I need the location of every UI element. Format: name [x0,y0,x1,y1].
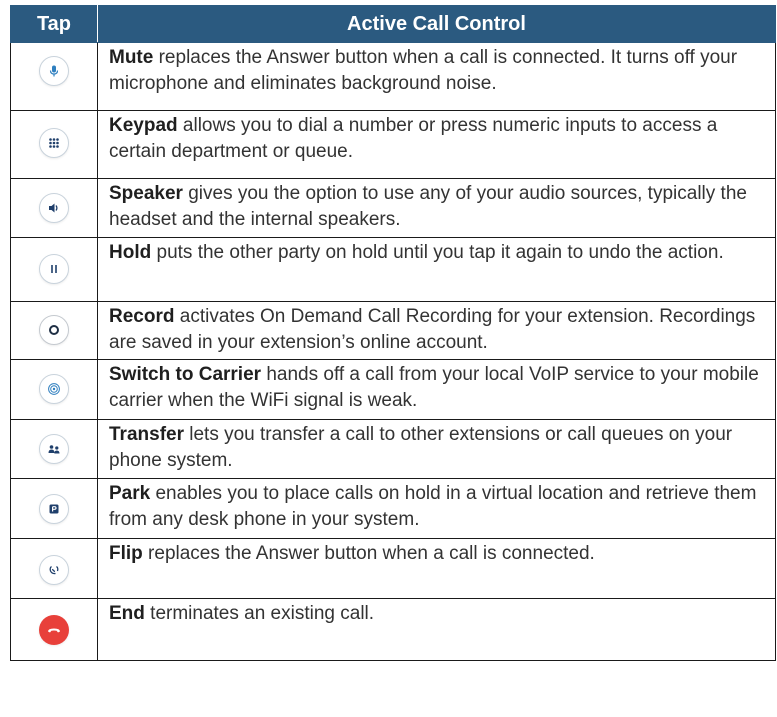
transfer-button[interactable] [39,434,69,464]
description-text: replaces the Answer button when a call i… [142,543,595,564]
term-label: Record [109,306,175,327]
description-cell: Flip replaces the Answer button when a c… [97,538,776,599]
speaker-button[interactable] [39,193,69,223]
description-text: terminates an existing call. [144,603,375,624]
park-button[interactable] [39,494,69,524]
description-cell: Park enables you to place calls on hold … [97,478,776,539]
call-control-table-wrapper: Tap Active Call Control Mute replaces th… [10,5,777,661]
pause-icon [51,265,57,273]
description-cell: Record activates On Demand Call Recordin… [97,301,776,360]
description-text: replaces the Answer button when a call i… [109,47,738,94]
table-row: Flip replaces the Answer button when a c… [10,538,776,599]
description-cell: Switch to Carrier hands off a call from … [97,359,776,420]
description-cell: Transfer lets you transfer a call to oth… [97,419,776,479]
park-icon [49,504,59,514]
table-row: Keypad allows you to dial a number or pr… [10,110,776,179]
term-label: Park [109,483,151,504]
table-row: Mute replaces the Answer button when a c… [10,42,776,111]
term-label: Speaker [109,183,183,204]
term-label: Transfer [109,424,184,445]
hold-button[interactable] [39,254,69,284]
table-row: Park enables you to place calls on hold … [10,478,776,539]
description-text: lets you transfer a call to other extens… [109,424,733,471]
switch-to-carrier-button[interactable] [39,374,69,404]
tap-cell [10,359,98,420]
record-button[interactable] [39,315,69,345]
active-call-control-column-header: Active Call Control [97,5,776,43]
end-call-icon [48,628,60,633]
table-row: Speaker gives you the option to use any … [10,178,776,238]
keypad-icon [49,138,59,148]
table-row: Record activates On Demand Call Recordin… [10,301,776,360]
flip-icon [49,565,59,575]
tap-cell [10,301,98,360]
term-label: Flip [109,543,143,564]
description-cell: Mute replaces the Answer button when a c… [97,42,776,111]
description-text: activates On Demand Call Recording for y… [109,306,756,353]
table-header-row: Tap Active Call Control [10,5,776,43]
description-text: enables you to place calls on hold in a … [109,483,757,530]
speaker-icon [49,203,58,213]
table-row: Switch to Carrier hands off a call from … [10,359,776,420]
mute-button[interactable] [39,56,69,86]
tap-cell [10,478,98,539]
tap-cell [10,178,98,238]
tap-cell [10,42,98,111]
tap-cell [10,237,98,302]
tap-cell [10,110,98,179]
description-cell: Keypad allows you to dial a number or pr… [97,110,776,179]
active-call-control-table: Tap Active Call Control Mute replaces th… [10,5,776,661]
table-row: Transfer lets you transfer a call to oth… [10,419,776,479]
description-text: allows you to dial a number or press num… [109,115,718,162]
carrier-signal-icon [48,383,60,395]
term-label: End [109,603,145,624]
end-call-button[interactable] [39,615,69,645]
flip-button[interactable] [39,555,69,585]
tap-cell [10,538,98,599]
term-label: Mute [109,47,154,68]
microphone-icon [49,65,59,77]
table-row: End terminates an existing call. [10,598,776,661]
record-icon [49,325,59,335]
table-row: Hold puts the other party on hold until … [10,237,776,302]
term-label: Keypad [109,115,178,136]
tap-cell [10,598,98,661]
description-cell: End terminates an existing call. [97,598,776,661]
keypad-button[interactable] [39,128,69,158]
transfer-icon [48,445,60,454]
tap-cell [10,419,98,479]
description-cell: Hold puts the other party on hold until … [97,237,776,302]
description-text: gives you the option to use any of your … [109,183,747,230]
tap-column-header: Tap [10,5,98,43]
description-text: puts the other party on hold until you t… [151,242,724,263]
description-cell: Speaker gives you the option to use any … [97,178,776,238]
term-label: Hold [109,242,152,263]
term-label: Switch to Carrier [109,364,262,385]
